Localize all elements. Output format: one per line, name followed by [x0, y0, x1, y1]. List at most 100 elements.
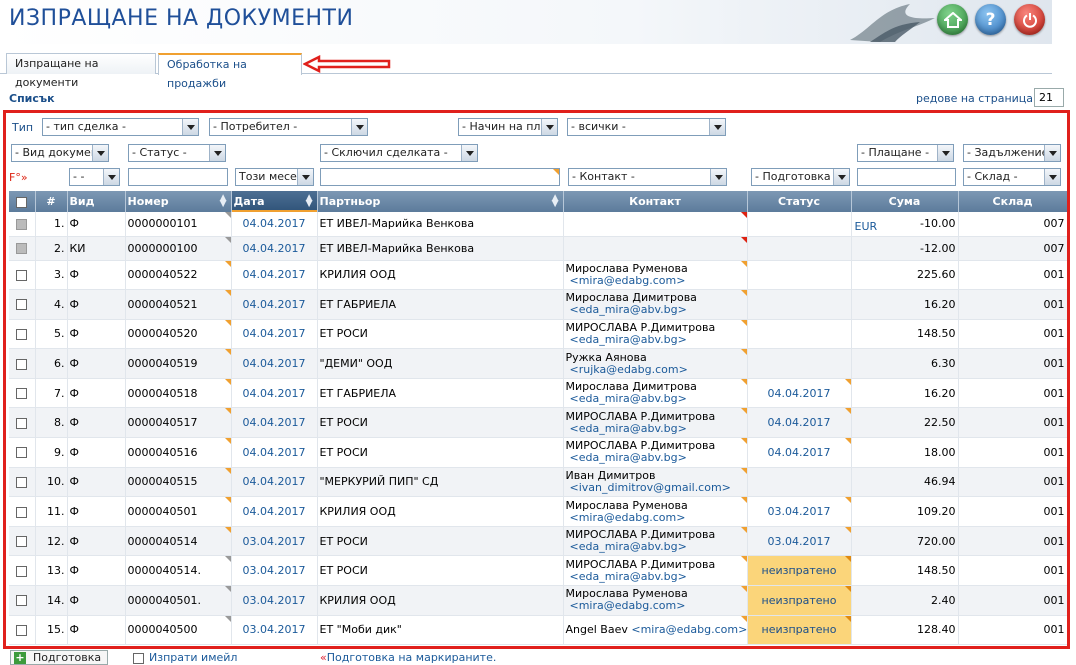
status-cell[interactable]: неизпратено [747, 585, 852, 616]
sum-filter-input[interactable] [857, 168, 956, 186]
row-checkbox[interactable] [16, 358, 28, 370]
doc-number[interactable]: 0000040521 [125, 289, 232, 320]
doc-date[interactable]: 03.04.2017 [231, 526, 318, 557]
doc-date[interactable]: 04.04.2017 [231, 378, 318, 409]
row-checkbox[interactable] [16, 388, 28, 400]
col-partner[interactable]: Партньор ▲ ▼ [317, 191, 564, 212]
doc-number[interactable]: 0000040500 [125, 615, 232, 646]
contact-email-link[interactable]: <eda_mira@abv.bg> [566, 422, 745, 435]
status-cell[interactable]: 04.04.2017 [747, 437, 852, 468]
row-checkbox[interactable] [16, 328, 28, 340]
payment-method-select[interactable]: - Начин на пла [458, 118, 558, 136]
col-type[interactable]: Вид [67, 191, 126, 212]
warehouse-select[interactable]: - Склад - [963, 168, 1061, 186]
partner-name[interactable]: КРИЛИЯ ООД [317, 496, 564, 527]
partner-name[interactable]: ЕТ РОСИ [317, 319, 564, 350]
partner-name[interactable]: ЕТ ИВЕЛ-Марийка Венкова [317, 212, 564, 237]
contact-email-link[interactable]: <eda_mira@abv.bg> [566, 393, 745, 405]
doc-type-select[interactable]: - Вид документ [11, 144, 109, 162]
table-row[interactable]: 15. Ф 0000040500 03.04.2017 ЕТ "Моби дик" Ang… [9, 615, 1068, 646]
row-checkbox-cell[interactable] [9, 212, 36, 237]
preparation-select[interactable]: - Подготовка - [751, 168, 850, 186]
table-row[interactable]: 10. Ф 0000040515 04.04.2017 "МЕРКУРИЙ ПИП" С… [9, 467, 1068, 498]
doc-number[interactable]: 0000040520 [125, 319, 232, 350]
doc-number[interactable]: 0000040519 [125, 348, 232, 379]
deal-type-select[interactable]: - тип сделка - [42, 118, 199, 136]
table-row[interactable]: 9. Ф 0000040516 04.04.2017 ЕТ РОСИ МИРОСЛАВА … [9, 437, 1068, 468]
row-checkbox-cell[interactable] [9, 348, 36, 379]
status-cell[interactable] [747, 348, 852, 379]
all-select[interactable]: - всички - [567, 118, 726, 136]
doc-date[interactable]: 04.04.2017 [231, 437, 318, 468]
doc-date[interactable]: 04.04.2017 [231, 319, 318, 350]
rows-per-page-input[interactable] [1034, 88, 1064, 107]
partner-name[interactable]: ЕТ РОСИ [317, 526, 564, 557]
doc-number[interactable]: 0000040514. [125, 555, 232, 587]
contact-email-link[interactable]: <mira@edabg.com> [566, 600, 745, 612]
home-icon[interactable] [937, 4, 968, 35]
partner-name[interactable]: ЕТ ИВЕЛ-Марийка Венкова [317, 236, 564, 261]
row-checkbox[interactable] [16, 624, 28, 636]
row-checkbox[interactable] [16, 476, 28, 488]
row-checkbox-cell[interactable] [9, 496, 36, 527]
number-op-select[interactable]: - - [69, 168, 120, 186]
partner-name[interactable]: КРИЛИЯ ООД [317, 260, 564, 291]
help-icon[interactable]: ? [975, 4, 1006, 35]
doc-date[interactable]: 03.04.2017 [231, 615, 318, 646]
contact-email-link[interactable]: <eda_mira@abv.bg> [566, 333, 745, 346]
table-row[interactable]: 13. Ф 0000040514. 03.04.2017 ЕТ РОСИ МИРОСЛАВ… [9, 555, 1068, 587]
doc-number[interactable]: 0000040501 [125, 496, 232, 527]
contact-email-link[interactable]: <rujka@edabg.com> [566, 363, 745, 376]
row-checkbox[interactable] [16, 536, 28, 548]
period-select[interactable]: Този месец [235, 168, 314, 186]
status-cell[interactable] [747, 289, 852, 320]
partner-name[interactable]: ЕТ ГАБРИЕЛА [317, 289, 564, 320]
table-row[interactable]: 12. Ф 0000040514 03.04.2017 ЕТ РОСИ МИРОСЛАВА… [9, 526, 1068, 557]
col-sum[interactable]: Сума [851, 191, 959, 212]
doc-date[interactable]: 04.04.2017 [231, 496, 318, 527]
row-checkbox[interactable] [16, 565, 28, 577]
col-contact[interactable]: Контакт [563, 191, 748, 212]
contact-email-link[interactable]: <mira@edabg.com> [566, 274, 745, 287]
send-email-link[interactable]: Изпрати имейл [133, 651, 237, 664]
doc-number[interactable]: 0000040516 [125, 437, 232, 468]
user-select[interactable]: - Потребител - [209, 118, 368, 136]
doc-date[interactable]: 04.04.2017 [231, 348, 318, 379]
doc-date[interactable]: 03.04.2017 [231, 585, 318, 616]
table-row[interactable]: 6. Ф 0000040519 04.04.2017 "ДЕМИ" ООД Ружка А… [9, 348, 1068, 379]
doc-number[interactable]: 0000000101 [125, 212, 232, 237]
concluded-by-select[interactable]: - Сключил сделката - [320, 144, 478, 162]
col-warehouse[interactable]: Склад [958, 191, 1068, 212]
contact-email-link[interactable]: <mira@edabg.com> [631, 623, 746, 636]
partner-filter-input[interactable] [320, 168, 560, 186]
doc-date[interactable]: 04.04.2017 [231, 407, 318, 439]
col-date[interactable]: Дата ▲ ▼ [231, 191, 318, 212]
status-cell[interactable] [747, 212, 852, 237]
status-select[interactable]: - Статус - [128, 144, 226, 162]
doc-date[interactable]: 03.04.2017 [231, 555, 318, 587]
row-checkbox-cell[interactable] [9, 585, 36, 616]
doc-number[interactable]: 0000040518 [125, 378, 232, 409]
row-checkbox-cell[interactable] [9, 260, 36, 291]
status-cell[interactable]: неизпратено [747, 555, 852, 587]
table-row[interactable]: 5. Ф 0000040520 04.04.2017 ЕТ РОСИ МИРОСЛАВА … [9, 319, 1068, 350]
row-checkbox[interactable] [16, 269, 28, 281]
tab-send-documents[interactable]: Изпращане на документи [6, 53, 156, 89]
row-checkbox-cell[interactable] [9, 467, 36, 498]
contact-select[interactable]: - Контакт - [568, 168, 727, 186]
doc-number[interactable]: 0000040515 [125, 467, 232, 498]
row-checkbox-cell[interactable] [9, 289, 36, 320]
col-status[interactable]: Статус [747, 191, 852, 212]
table-row[interactable]: 4. Ф 0000040521 04.04.2017 ЕТ ГАБРИЕЛА Миросл… [9, 289, 1068, 320]
contact-email-link[interactable]: <eda_mira@abv.bg> [566, 570, 745, 583]
row-checkbox[interactable] [16, 506, 28, 518]
payment-select[interactable]: - Плащане - [857, 144, 954, 162]
row-checkbox-cell[interactable] [9, 319, 36, 350]
number-filter-input[interactable] [128, 168, 228, 186]
select-all-checkbox[interactable] [9, 191, 36, 212]
partner-name[interactable]: "ДЕМИ" ООД [317, 348, 564, 379]
partner-name[interactable]: ЕТ ГАБРИЕЛА [317, 378, 564, 409]
status-cell[interactable] [747, 319, 852, 350]
doc-number[interactable]: 0000040514 [125, 526, 232, 557]
partner-name[interactable]: ЕТ РОСИ [317, 437, 564, 468]
